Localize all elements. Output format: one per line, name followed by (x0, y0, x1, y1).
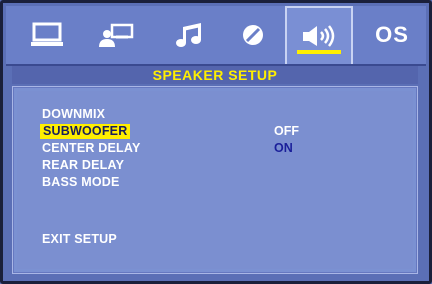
tab-speaker[interactable] (285, 6, 353, 64)
tab-general[interactable] (20, 6, 74, 64)
option-on[interactable]: ON (274, 141, 293, 156)
disc-slash-icon (241, 23, 265, 47)
menu-item-subwoofer[interactable]: SUBWOOFER (40, 124, 131, 139)
monitor-icon (30, 22, 64, 48)
speaker-icon (300, 23, 338, 49)
menu-item-rear-delay[interactable]: REAR DELAY (42, 158, 124, 173)
tab-display[interactable] (90, 6, 144, 64)
option-off[interactable]: OFF (274, 124, 299, 139)
menu-item-bass-mode[interactable]: BASS MODE (42, 175, 120, 190)
menu-item-downmix[interactable]: DOWNMIX (42, 107, 105, 122)
tab-os[interactable]: OS (364, 6, 420, 64)
settings-panel: DOWNMIX SUBWOOFER CENTER DELAY REAR DELA… (12, 86, 418, 274)
person-screen-icon (98, 22, 136, 48)
page-title: SPEAKER SETUP (12, 66, 418, 84)
setup-screen: OS SPEAKER SETUP DOWNMIX SUBWOOFER CENTE… (0, 0, 432, 284)
menu-item-center-delay[interactable]: CENTER DELAY (42, 141, 140, 156)
menu-item-exit-setup[interactable]: EXIT SETUP (42, 232, 117, 247)
tab-audio[interactable] (162, 6, 216, 64)
music-note-icon (174, 21, 204, 49)
settings-panel-inner: DOWNMIX SUBWOOFER CENTER DELAY REAR DELA… (17, 91, 413, 269)
tab-rating[interactable] (228, 6, 278, 64)
active-tab-indicator (297, 50, 341, 54)
os-label: OS (375, 22, 409, 47)
tab-bar: OS (6, 6, 426, 66)
